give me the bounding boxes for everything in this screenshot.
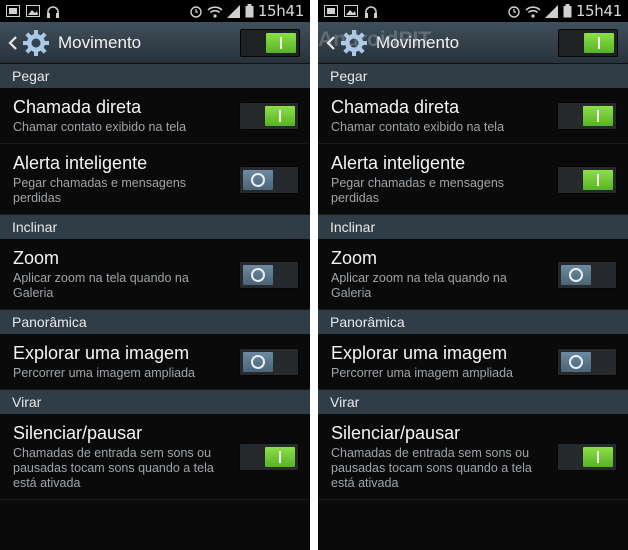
page-title: Movimento: [376, 32, 460, 52]
section-header: Inclinar: [318, 215, 628, 239]
row-title: Silenciar/pausar: [13, 423, 143, 443]
toggle-knob: [583, 170, 613, 190]
toggle-knob: [583, 106, 613, 126]
row-title: Silenciar/pausar: [331, 423, 461, 443]
back-arrow-icon[interactable]: [4, 35, 22, 51]
toggle-switch[interactable]: [239, 443, 299, 471]
gear-icon: [22, 29, 50, 57]
alarm-icon: [507, 5, 521, 18]
section-header: Inclinar: [0, 215, 310, 239]
battery-icon: [563, 4, 572, 18]
section-header: Virar: [318, 390, 628, 414]
status-time: 15h41: [257, 2, 304, 20]
row-subtitle: Aplicar zoom na tela quando na Galeria: [331, 271, 507, 300]
row-subtitle: Chamar contato exibido na tela: [331, 120, 505, 134]
section-header: Pegar: [0, 64, 310, 88]
row-subtitle: Chamadas de entrada sem sons ou pausadas…: [13, 446, 214, 490]
signal-icon: [544, 4, 559, 18]
alarm-icon: [189, 5, 203, 18]
toggle-knob: [265, 106, 295, 126]
image-icon: [26, 5, 40, 17]
settings-list: Pegar Chamada direta Chamar contato exibid…: [0, 64, 310, 500]
settings-row[interactable]: Silenciar/pausar Chamadas de entrada sem …: [318, 414, 628, 500]
toggle-knob: [243, 265, 273, 285]
status-bar: 15h41: [318, 0, 628, 22]
toggle-knob: [584, 33, 614, 53]
action-bar: Movimento: [0, 22, 310, 64]
toggle-switch[interactable]: [557, 348, 617, 376]
toggle-switch[interactable]: [557, 261, 617, 289]
status-bar: 15h41: [0, 0, 310, 22]
row-subtitle: Chamar contato exibido na tela: [13, 120, 187, 134]
settings-row[interactable]: Silenciar/pausar Chamadas de entrada sem …: [0, 414, 310, 500]
wifi-icon: [207, 5, 223, 18]
master-toggle[interactable]: [240, 29, 300, 57]
row-subtitle: Chamadas de entrada sem sons ou pausadas…: [331, 446, 532, 490]
master-toggle[interactable]: [558, 29, 618, 57]
settings-row[interactable]: Chamada direta Chamar contato exibido na …: [318, 88, 628, 144]
toggle-switch[interactable]: [239, 348, 299, 376]
toggle-knob: [561, 352, 591, 372]
settings-row[interactable]: Alerta inteligente Pegar chamadas e mensa…: [0, 144, 310, 215]
toggle-knob: [243, 352, 273, 372]
phone-screen-left: 15h41 Movimento Pegar Chamada direta Cha…: [0, 0, 310, 550]
settings-row[interactable]: Alerta inteligente Pegar chamadas e mensa…: [318, 144, 628, 215]
settings-list: Pegar Chamada direta Chamar contato exibid…: [318, 64, 628, 500]
row-subtitle: Pegar chamadas e mensagens perdidas: [331, 176, 505, 205]
settings-row[interactable]: Explorar uma imagem Percorrer uma imagem …: [0, 334, 310, 390]
settings-row[interactable]: Zoom Aplicar zoom na tela quando na Galer…: [318, 239, 628, 310]
row-subtitle: Percorrer uma imagem ampliada: [331, 366, 514, 380]
headphones-icon: [46, 5, 60, 18]
section-header: Virar: [0, 390, 310, 414]
settings-row[interactable]: Explorar uma imagem Percorrer uma imagem …: [318, 334, 628, 390]
headphones-icon: [364, 5, 378, 18]
section-header: Panorâmica: [318, 310, 628, 334]
image-icon: [344, 5, 358, 17]
row-subtitle: Percorrer uma imagem ampliada: [13, 366, 196, 380]
page-title: Movimento: [58, 32, 142, 52]
settings-row[interactable]: Chamada direta Chamar contato exibido na …: [0, 88, 310, 144]
toggle-knob: [266, 33, 296, 53]
row-subtitle: Aplicar zoom na tela quando na Galeria: [13, 271, 189, 300]
gallery-icon: [324, 5, 338, 17]
row-subtitle: Pegar chamadas e mensagens perdidas: [13, 176, 187, 205]
toggle-knob: [243, 170, 273, 190]
wifi-icon: [525, 5, 541, 18]
toggle-knob: [265, 447, 295, 467]
gallery-icon: [6, 5, 20, 17]
phone-screen-right: 15h41 Movimento AndroidPIT Pegar Chamada…: [318, 0, 628, 550]
status-time: 15h41: [575, 2, 622, 20]
signal-icon: [226, 4, 241, 18]
toggle-switch[interactable]: [557, 443, 617, 471]
toggle-knob: [561, 265, 591, 285]
toggle-switch[interactable]: [239, 166, 299, 194]
action-bar: Movimento AndroidPIT: [318, 22, 628, 64]
toggle-knob: [583, 447, 613, 467]
toggle-switch[interactable]: [557, 102, 617, 130]
battery-icon: [245, 4, 254, 18]
toggle-switch[interactable]: [239, 102, 299, 130]
toggle-switch[interactable]: [239, 261, 299, 289]
settings-row[interactable]: Zoom Aplicar zoom na tela quando na Galer…: [0, 239, 310, 310]
toggle-switch[interactable]: [557, 166, 617, 194]
gear-icon: [340, 29, 368, 57]
back-arrow-icon[interactable]: [322, 35, 340, 51]
section-header: Pegar: [318, 64, 628, 88]
section-header: Panorâmica: [0, 310, 310, 334]
